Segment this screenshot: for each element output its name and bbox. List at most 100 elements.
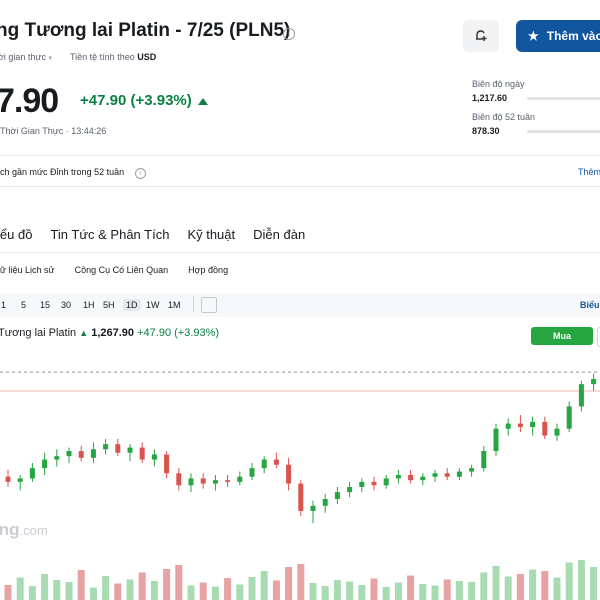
candle-body: [127, 447, 133, 453]
timeframe-1h[interactable]: 1H: [83, 300, 95, 310]
volume-bar: [77, 570, 85, 600]
candle-body: [103, 444, 109, 450]
timeframe-1d[interactable]: 1D: [123, 299, 141, 311]
volume-bar: [370, 578, 378, 600]
candle-body: [530, 421, 536, 427]
day-range-low: 1,217.60: [472, 93, 508, 103]
tab-chart[interactable]: iểu đồ: [0, 227, 32, 242]
chart-legend: Tương lai Platin ▲ 1,267.90 +47.90 (+3.9…: [0, 327, 219, 339]
candle-body: [78, 451, 84, 458]
subtab-contracts[interactable]: Hợp đồng: [188, 265, 228, 275]
candle-body: [29, 468, 35, 479]
volume-bar: [529, 569, 537, 600]
candle-body: [164, 454, 170, 474]
candle-body: [359, 481, 365, 487]
volume-bar: [102, 576, 110, 600]
realtime-label[interactable]: ời gian thực ▾: [0, 52, 52, 62]
instrument-title: ng Tương lai Platin - 7/25 (PLN5): [0, 20, 291, 41]
star-icon: ★: [528, 29, 539, 43]
volume-bar: [346, 581, 354, 600]
legend-pct: (+3.93%): [174, 327, 220, 339]
timeframe-1[interactable]: 1: [1, 300, 6, 310]
candle-body: [42, 459, 48, 469]
volume-bar: [248, 577, 256, 600]
divider: [0, 252, 600, 253]
volume-bar: [492, 566, 500, 600]
buy-button[interactable]: Mua: [531, 327, 593, 345]
volume-bar: [297, 564, 305, 600]
candle-body: [66, 451, 72, 457]
volume-bar: [126, 579, 134, 600]
subtab-history[interactable]: ữ liệu Lịch sử: [0, 265, 55, 275]
tab-forum[interactable]: Diễn đàn: [253, 227, 305, 242]
candle-body: [188, 478, 194, 486]
candle-body: [408, 475, 414, 481]
volume-bar: [309, 583, 317, 600]
volume-bar: [285, 567, 293, 600]
candle-body: [298, 483, 304, 511]
volume-bar: [89, 587, 97, 600]
candle-body: [347, 487, 353, 493]
volume-bar: [138, 572, 146, 600]
candle-body: [554, 428, 560, 436]
timeframe-5h[interactable]: 5H: [103, 300, 115, 310]
timeframe-1m[interactable]: 1M: [168, 300, 181, 310]
volume-bar: [358, 585, 366, 600]
timeframe-1w[interactable]: 1W: [146, 300, 160, 310]
volume-bar: [565, 562, 573, 600]
tab-technical[interactable]: Kỹ thuật: [187, 227, 235, 242]
volume-bar: [382, 587, 390, 600]
candle-body: [17, 478, 23, 482]
candle-body: [371, 481, 377, 486]
volume-bar: [321, 586, 329, 600]
bell-plus-icon: [476, 30, 487, 41]
timeframe-5[interactable]: 5: [21, 300, 26, 310]
info-icon[interactable]: i: [283, 28, 295, 40]
week52-range-low: 878.30: [472, 126, 500, 136]
candle-body: [383, 478, 389, 486]
volume-bar: [41, 574, 49, 600]
volume-bar: [504, 576, 512, 600]
candle-body: [456, 471, 462, 477]
volume-bar: [443, 579, 451, 600]
price-chart[interactable]: [0, 355, 600, 600]
volume-bar: [199, 582, 207, 600]
chart-type-icon[interactable]: [201, 297, 217, 313]
last-price: 7.90: [0, 82, 59, 120]
timeframe-15[interactable]: 15: [40, 300, 50, 310]
subtab-related[interactable]: Công Cụ Có Liên Quan: [75, 265, 169, 275]
chevron-down-icon: ▾: [48, 55, 52, 62]
volume-bar: [272, 580, 280, 600]
alert-bell-button[interactable]: [463, 20, 499, 52]
candle-body: [432, 473, 438, 477]
volume-bar: [516, 574, 524, 600]
tab-news[interactable]: Tin Tức & Phân Tích: [50, 227, 169, 242]
alert-more-link[interactable]: Thêm: [578, 167, 600, 177]
candle-body: [322, 499, 328, 506]
candle-body: [200, 478, 206, 484]
day-range-bar: [527, 97, 600, 100]
volume-bar: [480, 572, 488, 600]
candle-body: [139, 447, 145, 460]
realtime-timestamp: Thời Gian Thực · 13:44:26: [0, 126, 107, 136]
legend-last: 1,267.90: [91, 327, 135, 339]
day-range-label: Biên độ ngày: [472, 79, 525, 89]
candle-body: [225, 480, 231, 482]
volume-bar: [211, 586, 219, 600]
volume-bar: [16, 577, 24, 600]
chart-more-link[interactable]: Biểu: [580, 300, 600, 310]
volume-bar: [455, 581, 463, 600]
currency-label: Tiền tệ tính theo USD: [70, 52, 157, 62]
sub-tabs: ữ liệu Lịch sử Công Cụ Có Liên Quan Hợp …: [0, 265, 228, 275]
volume-bar: [394, 582, 402, 600]
volume-bar: [541, 571, 549, 600]
volume-bar: [236, 584, 244, 600]
candle-body: [286, 464, 292, 484]
volume-bar: [4, 585, 12, 600]
info-icon[interactable]: i: [134, 168, 146, 179]
add-to-watchlist-button[interactable]: ★ Thêm vào: [516, 20, 600, 52]
week52-range-bar: [527, 130, 600, 133]
volume-bar: [333, 580, 341, 600]
timeframe-30[interactable]: 30: [61, 300, 71, 310]
candle-body: [249, 468, 255, 477]
